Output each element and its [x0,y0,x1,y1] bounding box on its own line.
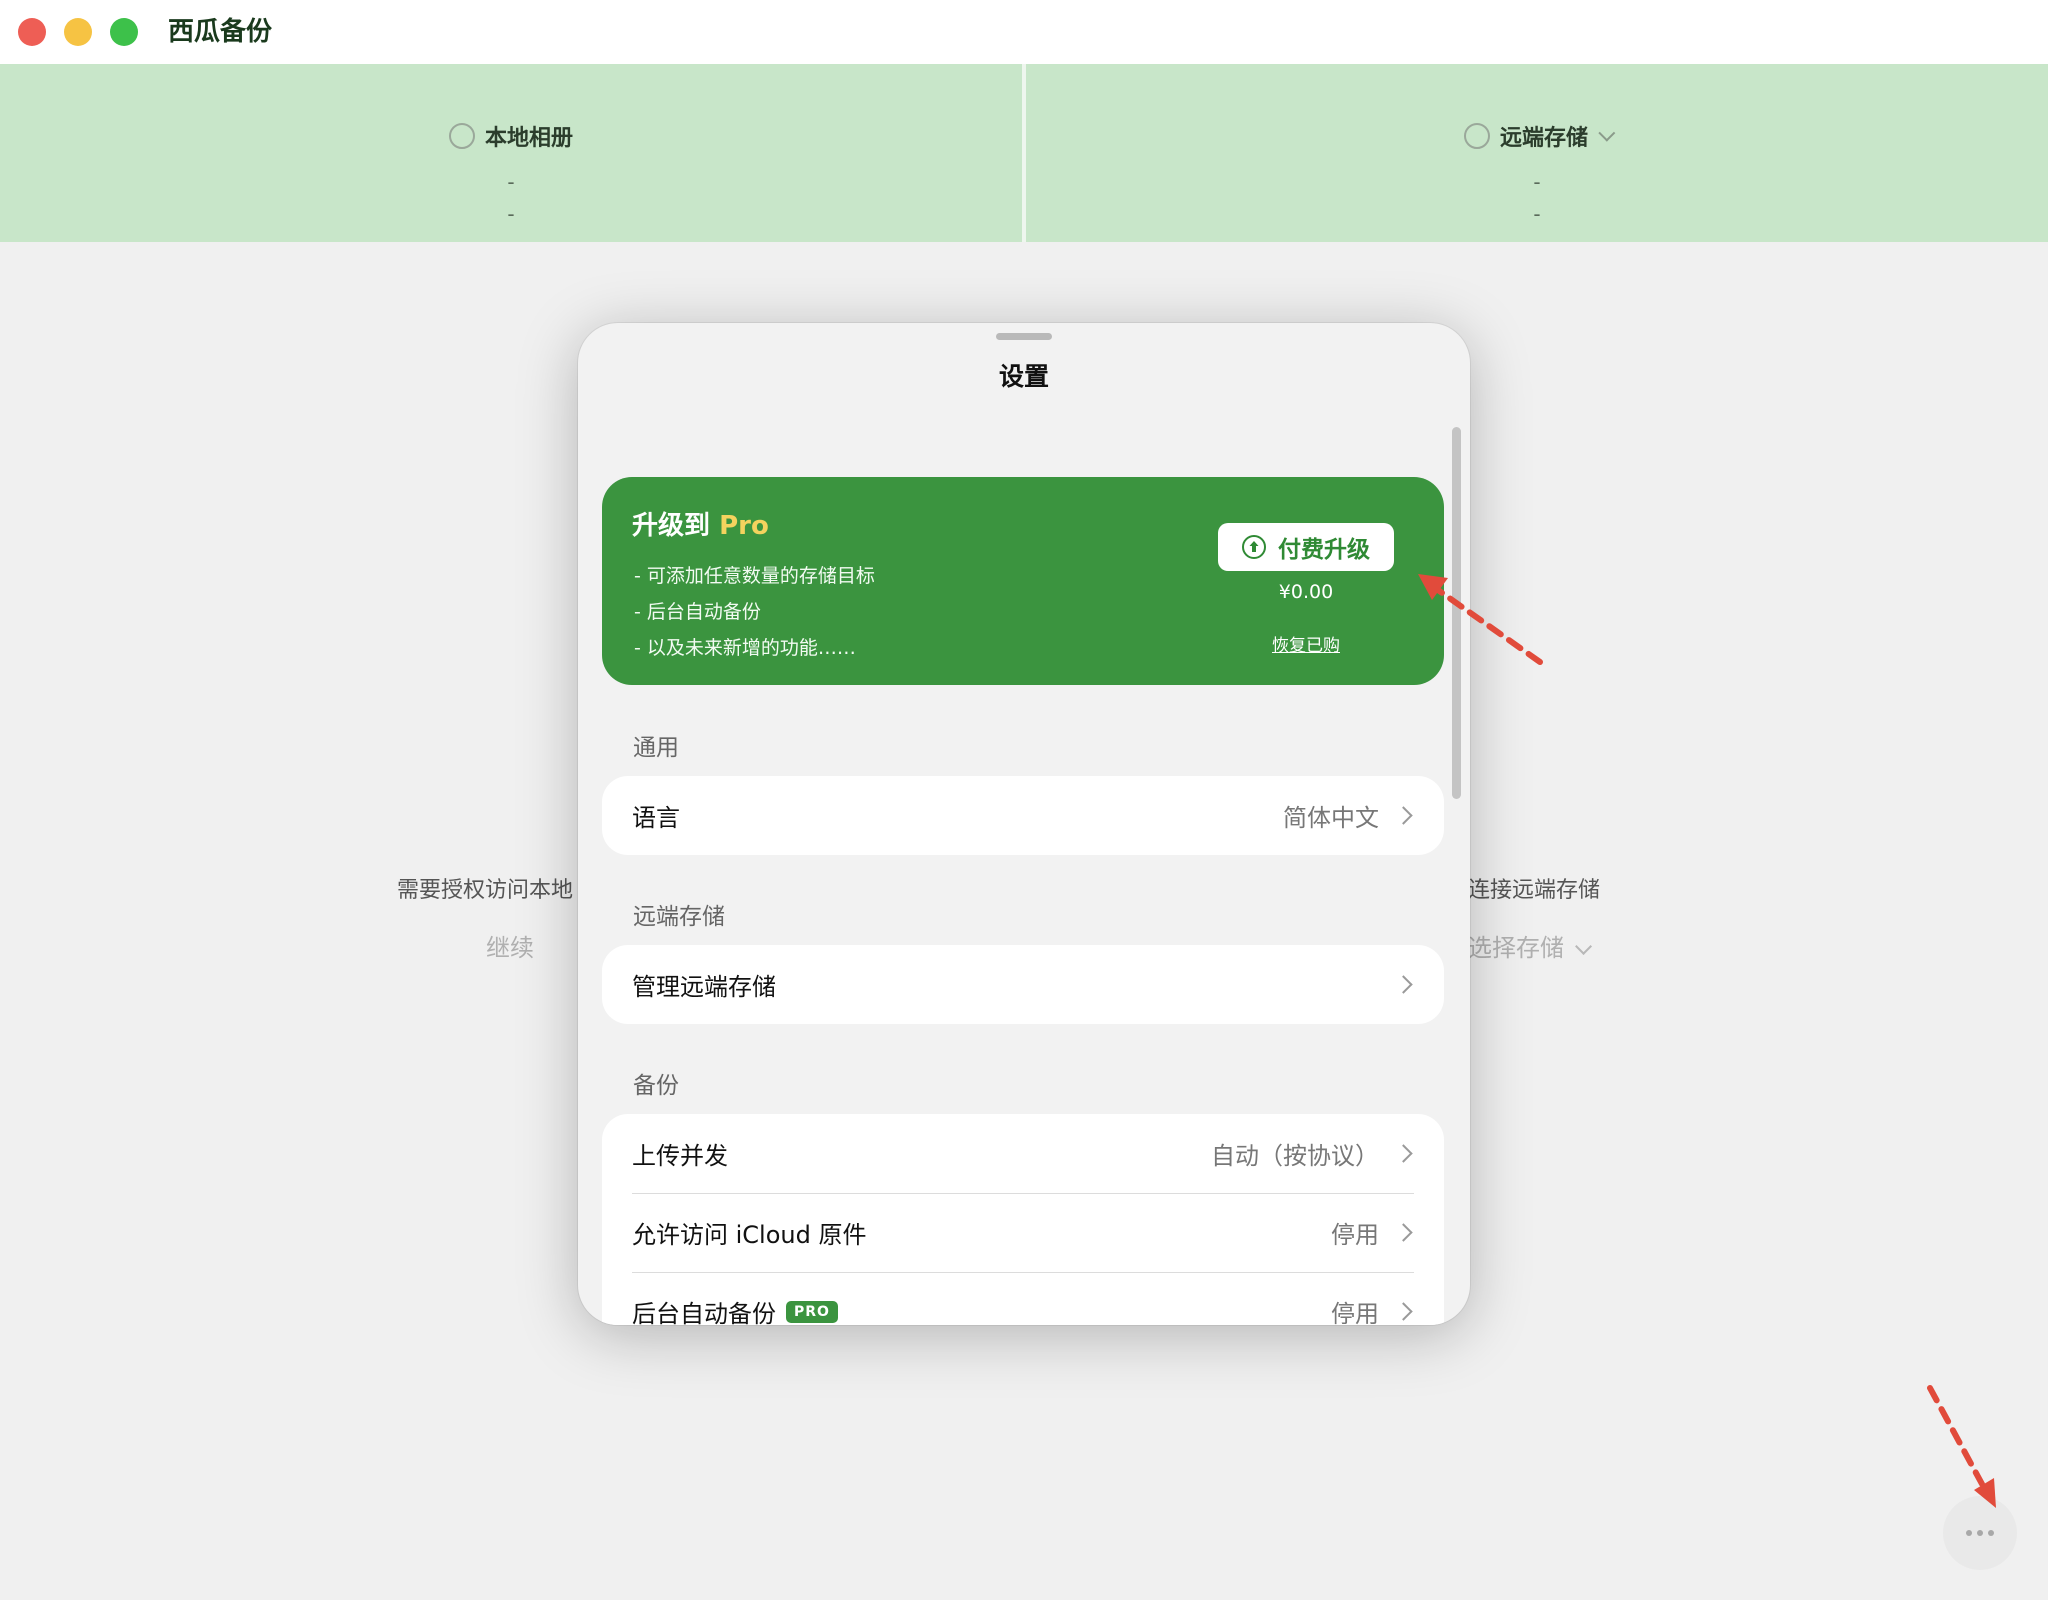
general-settings-group: 语言 简体中文 [602,776,1444,855]
minimize-window-button[interactable] [64,18,92,46]
language-row[interactable]: 语言 简体中文 [602,776,1444,855]
remote-storage-title: 远端存储 [1499,126,1588,151]
app-title: 西瓜备份 [168,17,273,47]
title-bar: 西瓜备份 [0,0,2048,64]
ellipsis-icon [1988,1530,1994,1536]
ellipsis-icon [1977,1530,1983,1536]
icloud-originals-value: 停用 [1331,1221,1379,1249]
background-auto-backup-value: 停用 [1331,1300,1379,1325]
icloud-originals-row[interactable]: 允许访问 iCloud 原件 停用 [602,1193,1444,1272]
pro-card-title-prefix: 升级到 [632,511,720,541]
app-window: 西瓜备份 本地相册 - - 远端存储 - - 需要授权访问本地 继续 未连接远端… [0,0,2048,1600]
local-album-panel[interactable]: 本地相册 - - [0,64,1022,242]
settings-scrollbar[interactable] [1452,427,1461,799]
more-options-button[interactable] [1943,1496,2017,1570]
manage-remote-storage-label: 管理远端存储 [632,973,776,1001]
remote-storage-settings-group: 管理远端存储 [602,945,1444,1024]
icloud-originals-label: 允许访问 iCloud 原件 [632,1221,867,1249]
close-window-button[interactable] [18,18,46,46]
settings-sheet: 设置 升级到 Pro - 可添加任意数量的存储目标 - 后台自动备份 - 以及未… [578,323,1470,1325]
pro-feature-1: - 可添加任意数量的存储目标 [634,565,875,587]
pro-card-title-pro: Pro [719,511,769,541]
arrow-to-more-icon [1927,1385,1996,1508]
settings-title: 设置 [998,362,1049,391]
section-header-backup: 备份 [633,1073,679,1099]
local-album-title: 本地相册 [484,126,573,151]
status-circle-icon [448,123,475,149]
manage-remote-storage-row[interactable]: 管理远端存储 [602,945,1444,1024]
local-album-stat-2: - [507,202,515,226]
upload-concurrency-row[interactable]: 上传并发 自动（按协议） [602,1114,1444,1193]
upgrade-pro-card: 升级到 Pro - 可添加任意数量的存储目标 - 后台自动备份 - 以及未来新增… [602,477,1444,685]
zoom-window-button[interactable] [110,18,138,46]
remote-storage-stat-1: - [1533,170,1541,194]
pro-card-title: 升级到 Pro [632,505,769,542]
paid-upgrade-button[interactable]: 付费升级 [1218,523,1394,571]
local-permission-message: 需要授权访问本地 [397,878,574,903]
upload-concurrency-label: 上传并发 [632,1142,728,1170]
chevron-down-icon [1575,937,1593,955]
arrow-up-circle-icon [1242,535,1266,559]
continue-button[interactable]: 继续 [486,928,534,963]
restore-purchases-link[interactable]: 恢复已购 [1218,631,1394,656]
choose-storage-label: 选择存储 [1468,934,1564,962]
remote-storage-stat-2: - [1533,202,1541,226]
upgrade-price: ¥0.00 [1278,581,1334,603]
language-label: 语言 [632,804,680,832]
background-auto-backup-label-group: 后台自动备份 PRO [632,1294,838,1325]
language-value: 简体中文 [1283,804,1379,832]
sheet-grabber[interactable] [996,333,1052,340]
chevron-right-icon [1394,806,1413,825]
choose-storage-button[interactable]: 选择存储 [1468,928,1593,963]
remote-storage-header[interactable]: 远端存储 [1026,120,2048,152]
local-album-header: 本地相册 [0,120,1022,152]
chevron-right-icon [1394,1302,1413,1321]
pro-badge: PRO [786,1300,838,1323]
chevron-right-icon [1394,1144,1413,1163]
remote-storage-panel[interactable]: 远端存储 - - [1026,64,2048,242]
background-auto-backup-label: 后台自动备份 [632,1300,776,1325]
chevron-right-icon [1394,975,1413,994]
chevron-down-icon [1598,124,1616,142]
paid-upgrade-label: 付费升级 [1278,537,1370,563]
upload-concurrency-value: 自动（按协议） [1211,1142,1379,1170]
pro-feature-3: - 以及未来新增的功能…… [634,637,856,659]
status-circle-icon [1463,123,1490,149]
local-album-stat-1: - [507,170,515,194]
section-header-general: 通用 [633,735,679,761]
chevron-right-icon [1394,1223,1413,1242]
pro-feature-2: - 后台自动备份 [634,601,761,623]
backup-settings-group: 上传并发 自动（按协议） 允许访问 iCloud 原件 停用 后台自动备份 PR… [602,1114,1444,1325]
section-header-remote-storage: 远端存储 [633,904,725,930]
ellipsis-icon [1966,1530,1972,1536]
background-auto-backup-row[interactable]: 后台自动备份 PRO 停用 [602,1272,1444,1325]
